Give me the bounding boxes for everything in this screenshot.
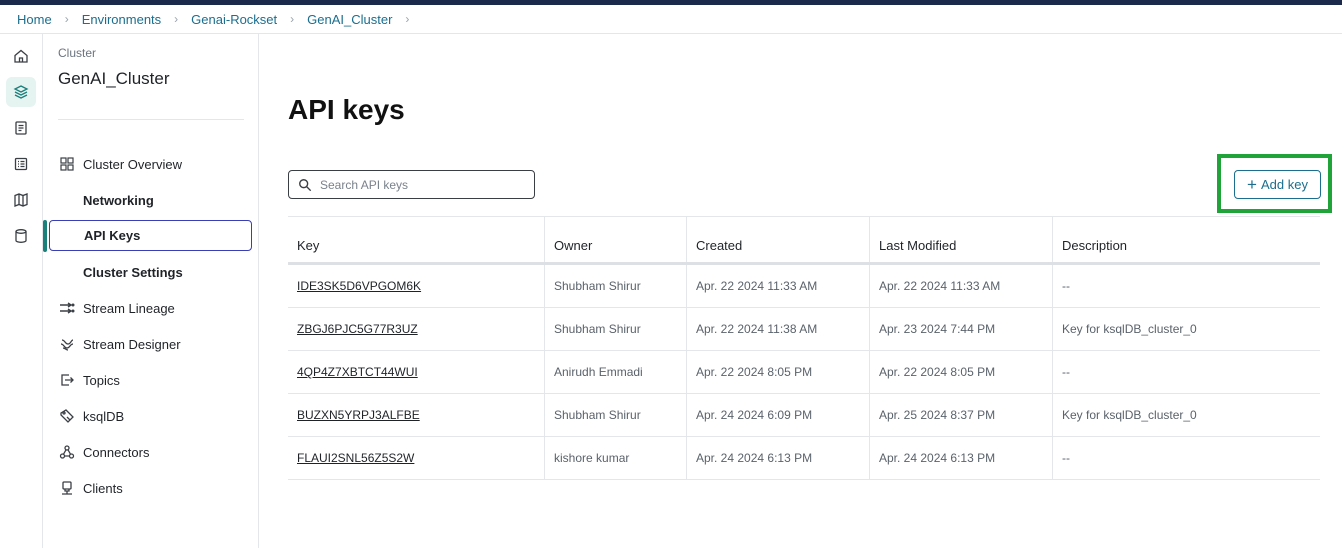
search-box[interactable] [288,170,535,199]
icon-rail [0,34,43,548]
sidebar-item-stream-lineage[interactable]: Stream Lineage [49,293,252,324]
sidebar-item-label: Stream Lineage [83,301,175,316]
modified-cell: Apr. 22 2024 8:05 PM [870,351,1053,393]
topics-icon [61,374,74,386]
connectors-icon [59,445,75,459]
breadcrumb: Home › Environments › Genai-Rockset › Ge… [0,5,1342,34]
map-icon [14,193,28,207]
search-input[interactable] [320,177,520,192]
layers-icon [13,85,29,99]
breadcrumb-environment[interactable]: Genai-Rockset [191,12,277,27]
rail-home[interactable] [6,41,36,71]
table-row: IDE3SK5D6VPGOM6K Shubham Shirur Apr. 22 … [288,265,1320,308]
modified-cell: Apr. 22 2024 11:33 AM [870,265,1053,307]
plus-icon: + [1247,175,1257,194]
chevron-right-icon: › [174,12,179,26]
sidebar-item-ksqldb[interactable]: ksqlDB [49,401,252,432]
column-header-owner[interactable]: Owner [545,217,687,262]
main-content: API keys + Add key Key Owner Created Las… [259,34,1342,548]
api-key-link[interactable]: FLAUI2SNL56Z5S2W [288,437,545,479]
sidebar-item-label: ksqlDB [83,409,125,424]
rail-list[interactable] [6,149,36,179]
sidebar-item-api-keys[interactable]: API Keys [49,220,252,251]
owner-cell: kishore kumar [545,437,687,479]
modified-cell: Apr. 23 2024 7:44 PM [870,308,1053,350]
sidebar-item-label: API Keys [84,228,141,243]
chevron-right-icon: › [405,12,410,26]
home-icon [14,49,28,63]
cluster-name: GenAI_Cluster [58,69,170,88]
rail-documents[interactable] [6,113,36,143]
api-key-link[interactable]: 4QP4Z7XBTCT44WUI [288,351,545,393]
owner-cell: Anirudh Emmadi [545,351,687,393]
rail-environments[interactable] [6,77,36,107]
owner-cell: Shubham Shirur [545,308,687,350]
sidebar-item-topics[interactable]: Topics [49,365,252,396]
sidebar-item-cluster-overview[interactable]: Cluster Overview [49,149,252,180]
chevron-right-icon: › [290,12,295,26]
sidebar-item-stream-designer[interactable]: Stream Designer [49,329,252,360]
modified-cell: Apr. 25 2024 8:37 PM [870,394,1053,436]
sidebar-item-label: Networking [83,193,154,208]
database-icon [15,229,27,243]
created-cell: Apr. 24 2024 6:09 PM [687,394,870,436]
sidebar-item-label: Cluster Overview [83,157,182,172]
sidebar-item-label: Connectors [83,445,150,460]
lineage-icon [60,302,75,314]
api-key-link[interactable]: IDE3SK5D6VPGOM6K [288,265,545,307]
table-row: 4QP4Z7XBTCT44WUI Anirudh Emmadi Apr. 22 … [288,351,1320,394]
owner-cell: Shubham Shirur [545,394,687,436]
owner-cell: Shubham Shirur [545,265,687,307]
sidebar-item-label: Cluster Settings [83,265,183,280]
sidebar-item-label: Topics [83,373,120,388]
sidebar-item-networking[interactable]: Networking [49,185,252,216]
sidebar-item-cluster-settings[interactable]: Cluster Settings [49,257,252,288]
sidebar-divider [58,119,244,120]
created-cell: Apr. 22 2024 11:33 AM [687,265,870,307]
column-header-description[interactable]: Description [1053,217,1320,262]
table-row: ZBGJ6PJC5G77R3UZ Shubham Shirur Apr. 22 … [288,308,1320,351]
created-cell: Apr. 22 2024 11:38 AM [687,308,870,350]
sidebar-caption: Cluster [58,46,97,60]
clients-icon [62,481,72,495]
description-cell: -- [1062,279,1070,293]
created-cell: Apr. 24 2024 6:13 PM [687,437,870,479]
ksqldb-icon [60,409,74,423]
sidebar-item-label: Stream Designer [83,337,181,352]
column-header-last-modified[interactable]: Last Modified [870,217,1053,262]
api-key-link[interactable]: BUZXN5YRPJ3ALFBE [288,394,545,436]
breadcrumb-cluster[interactable]: GenAI_Cluster [307,12,392,27]
column-header-key[interactable]: Key [288,217,545,262]
modified-cell: Apr. 24 2024 6:13 PM [870,437,1053,479]
column-header-created[interactable]: Created [687,217,870,262]
grid-icon [60,157,74,171]
description-cell: -- [1062,451,1070,465]
description-cell: -- [1062,365,1070,379]
chevron-right-icon: › [64,12,69,26]
rail-map[interactable] [6,185,36,215]
api-key-link[interactable]: ZBGJ6PJC5G77R3UZ [288,308,545,350]
list-icon [14,157,28,171]
description-cell: Key for ksqlDB_cluster_0 [1062,408,1197,422]
created-cell: Apr. 22 2024 8:05 PM [687,351,870,393]
table-header: Key Owner Created Last Modified Descript… [288,217,1320,265]
description-cell: Key for ksqlDB_cluster_0 [1062,322,1197,336]
page-title: API keys [288,94,405,125]
table-row: BUZXN5YRPJ3ALFBE Shubham Shirur Apr. 24 … [288,394,1320,437]
api-keys-table: Key Owner Created Last Modified Descript… [288,216,1320,480]
designer-icon [60,339,74,351]
cluster-sidebar: Cluster GenAI_Cluster Cluster Overview N… [43,34,259,548]
sidebar-item-label: Clients [83,481,123,496]
document-icon [15,121,27,135]
add-key-button[interactable]: + Add key [1234,170,1321,199]
search-icon [299,178,312,191]
breadcrumb-home[interactable]: Home [17,12,52,27]
breadcrumb-environments[interactable]: Environments [82,12,161,27]
sidebar-item-clients[interactable]: Clients [49,473,252,504]
sidebar-item-connectors[interactable]: Connectors [49,437,252,468]
add-key-label: Add key [1260,177,1308,192]
rail-database[interactable] [6,221,36,251]
active-indicator [43,220,47,252]
table-row: FLAUI2SNL56Z5S2W kishore kumar Apr. 24 2… [288,437,1320,480]
